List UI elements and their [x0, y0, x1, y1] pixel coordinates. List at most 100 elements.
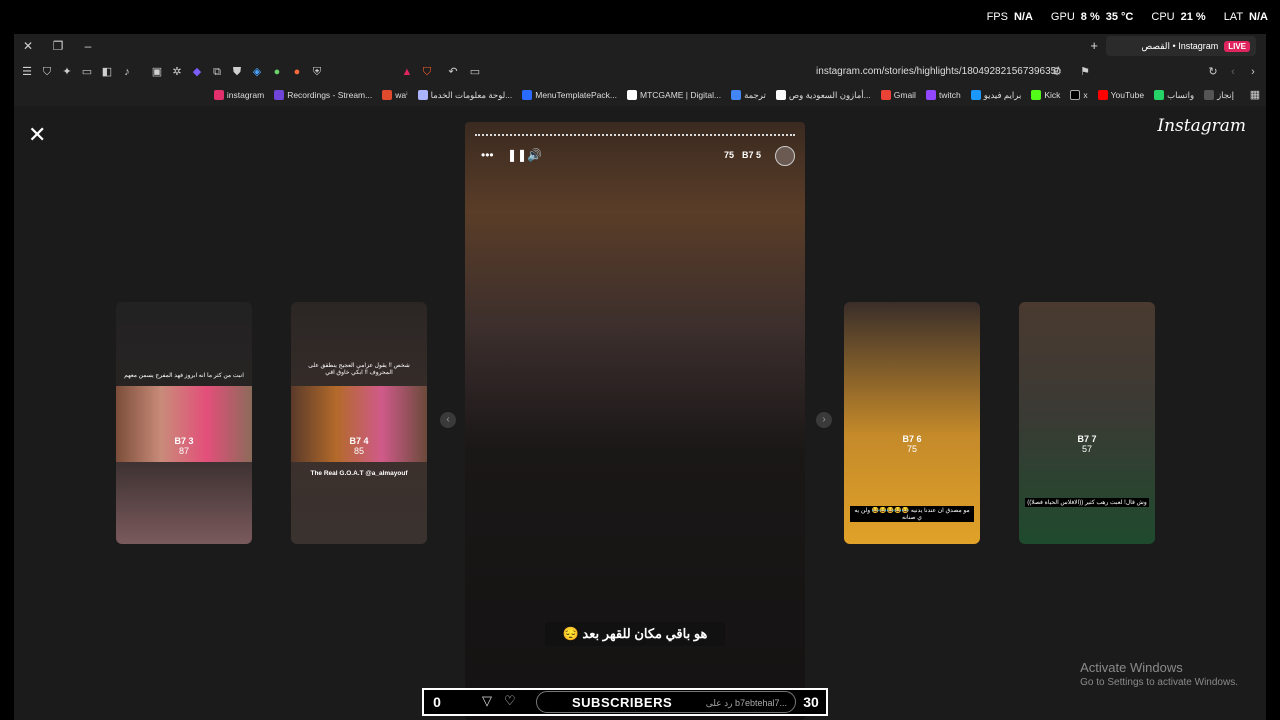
bookmarks-bar: ▦ إنجاز واتساب YouTube x Kick برايم فيدي…	[14, 86, 1266, 104]
next-story-icon[interactable]: ›	[816, 412, 832, 428]
puzzle-icon[interactable]: ✲	[170, 65, 184, 79]
bookmark-item[interactable]: برايم فيديو	[970, 90, 1021, 101]
forward-icon[interactable]: ›	[1246, 65, 1260, 79]
navigation-bar: ☰ ⛉ ✦ ▭ ◧ ♪ ▣ ✲ ◆ ⧉ ⛊ ◈ ● ● ⛨ ▲ ⛉ ↶ ▭ in…	[14, 60, 1266, 84]
bookmark-icon[interactable]: ⚑	[1078, 65, 1092, 79]
lat-label: LAT	[1223, 11, 1244, 23]
reload-icon[interactable]: ↻	[1206, 65, 1220, 79]
bookmark-label: إنجاز	[1217, 89, 1234, 100]
gpu-temp: 35 °C	[1105, 11, 1134, 23]
bookmark-item[interactable]: twitch	[925, 90, 961, 100]
bookmark-item[interactable]: Recordings - Stream...	[274, 90, 372, 100]
gpu-value: 8 %	[1080, 11, 1100, 23]
apps-grid-icon[interactable]: ▦	[1248, 88, 1262, 102]
story-badge-label: B7 3	[174, 436, 194, 446]
subscribers-bar: 0 ▽ ♡ رد على b7ebtehal7... SUBSCRIBERS 3…	[422, 688, 828, 716]
menu-icon[interactable]: ☰	[20, 65, 34, 79]
story-progress-bar	[475, 134, 795, 136]
story-count: 57	[1081, 444, 1093, 454]
performance-overlay: FPS N/A GPU 8 % 35 °C CPU 21 % LAT N/A	[0, 0, 1280, 34]
pin-icon[interactable]: ✦	[60, 65, 74, 79]
watermark-title: Activate Windows	[1080, 660, 1183, 675]
windows-activation-watermark: Activate Windows Go to Settings to activ…	[1080, 660, 1238, 688]
heart-icon[interactable]: ♡	[504, 693, 516, 709]
bookmark-label: MenuTemplatePack...	[535, 90, 617, 100]
bookmark-label: instagram	[226, 90, 265, 100]
pause-icon[interactable]: ❚❚	[507, 148, 527, 162]
send-icon[interactable]: ▽	[482, 693, 492, 709]
close-viewer-icon[interactable]: ✕	[28, 122, 46, 148]
bookmark-label: x	[1083, 90, 1088, 100]
bookmark-label: ترجمة	[744, 89, 766, 100]
site-settings-icon[interactable]: ⚙	[1050, 65, 1064, 79]
story-count: 87	[178, 446, 190, 456]
stories-viewer: ✕ Instagram انبت من كثر ما انه ابروز فهد…	[14, 106, 1266, 720]
bookmark-item[interactable]: إنجاز	[1204, 90, 1234, 101]
browser-window: ✕ ❐ – + ✕ القصص • Instagram LIVE ☰ ⛉ ✦ ▭…	[14, 34, 1266, 720]
extension-e-icon[interactable]: ◆	[190, 65, 204, 79]
address-bar[interactable]: instagram.com/stories/highlights/1804928…	[399, 63, 1099, 81]
bookmark-item[interactable]: x	[1070, 90, 1088, 100]
current-story[interactable]: ••• ❚❚ 🔊 75 B7 5 هو باقي مكان للقهر بعد …	[465, 122, 805, 720]
extensions-icon[interactable]: ⧉	[210, 65, 224, 79]
bookmark-label: Recordings - Stream...	[287, 90, 373, 100]
bookmark-item[interactable]: Gmail	[880, 90, 916, 100]
bookmark-label: waⁱ	[395, 89, 408, 100]
bookmark-item[interactable]: MTCGAME | Digital...	[627, 90, 721, 100]
guard-extension-icon[interactable]: ⛨	[310, 65, 324, 79]
extension-icon[interactable]: ▣	[150, 65, 164, 79]
story-preview[interactable]: شخص !! يقول عزامي العجيج ينطقق على المحر…	[291, 302, 427, 544]
story-badge-label: B7 7	[1077, 434, 1097, 444]
story-count: 85	[353, 446, 365, 456]
story-preview[interactable]: انبت من كثر ما انه ابروز فهد المفرج يسمن…	[116, 302, 252, 544]
bookmark-item[interactable]: أمازون السعودية وص...	[775, 89, 871, 101]
bookmark-item[interactable]: MenuTemplatePack...	[522, 90, 617, 100]
bookmark-label: twitch	[938, 90, 961, 100]
instagram-logo: Instagram	[1157, 116, 1246, 136]
lat-metric: LAT N/A	[1224, 11, 1268, 23]
restore-window-icon[interactable]: ❐	[50, 38, 66, 54]
story-count: 75	[723, 150, 734, 160]
story-preview[interactable]: B7 7 57 وش قال! لعبت رهب كثير ((الافلاس ا…	[1019, 302, 1155, 544]
watermark-subtitle: Go to Settings to activate Windows.	[1080, 677, 1238, 688]
bookmark-item[interactable]: واتساب	[1154, 90, 1194, 101]
bookmark-label: Gmail	[893, 90, 916, 100]
bookmark-item[interactable]: لوحة معلومات الخدما...	[417, 90, 512, 101]
cpu-metric: CPU 21 %	[1151, 11, 1205, 23]
translate-extension-icon[interactable]: ◈	[250, 65, 264, 79]
wallet-icon[interactable]: ▭	[80, 65, 94, 79]
volume-icon[interactable]: 🔊	[527, 148, 542, 162]
bookmark-item[interactable]: waⁱ	[382, 89, 408, 101]
bookmark-item[interactable]: YouTube	[1097, 90, 1145, 100]
live-badge: LIVE	[1224, 40, 1250, 52]
fps-metric: FPS N/A	[987, 11, 1033, 23]
more-options-icon[interactable]: •••	[481, 148, 494, 162]
music-icon[interactable]: ♪	[120, 65, 134, 79]
bookmark-item[interactable]: ترجمة	[731, 90, 766, 101]
story-caption: وش قال! لعبت رهب كثير ((الافلاس الحياة ف…	[1025, 498, 1149, 507]
tab-instagram[interactable]: القصص • Instagram LIVE	[1106, 36, 1256, 56]
story-badge: B7 3 87	[174, 436, 193, 456]
story-badge-label: B7 5	[741, 150, 761, 160]
tab-title: القصص • Instagram	[1141, 40, 1219, 51]
story-preview[interactable]: B7 6 75 مو مصدق ان عندنا يدنيه 😂😂😂😂😂 ولن …	[844, 302, 980, 544]
fire-extension-icon[interactable]: ●	[290, 65, 304, 79]
new-tab-icon[interactable]: +	[1090, 38, 1098, 53]
minimize-window-icon[interactable]: –	[80, 38, 96, 54]
bookmark-label: أمازون السعودية وص...	[788, 89, 871, 100]
avatar[interactable]	[775, 146, 795, 166]
shield-icon[interactable]: ⛉	[40, 65, 54, 79]
bookmark-item[interactable]: instagram	[213, 90, 265, 100]
cpu-label: CPU	[1151, 11, 1175, 23]
shield-extension-icon[interactable]: ⛊	[230, 65, 244, 79]
back-icon[interactable]: ‹	[1226, 65, 1240, 79]
sidebar-icon[interactable]: ◧	[100, 65, 114, 79]
story-count: 75	[906, 444, 918, 454]
bookmark-label: MTCGAME | Digital...	[640, 90, 722, 100]
fps-label: FPS	[986, 11, 1008, 23]
previous-story-icon[interactable]: ‹	[440, 412, 456, 428]
bookmark-label: YouTube	[1110, 90, 1145, 100]
bookmark-item[interactable]: Kick	[1031, 90, 1060, 100]
close-window-icon[interactable]: ✕	[20, 38, 36, 54]
colors-extension-icon[interactable]: ●	[270, 65, 284, 79]
